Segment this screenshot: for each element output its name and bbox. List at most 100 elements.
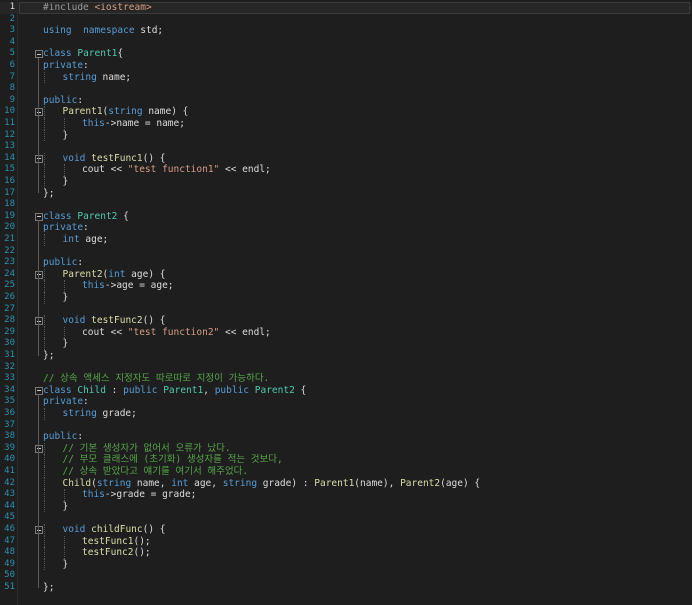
code-line-49[interactable]: 49}: [0, 558, 692, 571]
indent-guide: [44, 118, 45, 130]
code-line-44[interactable]: 44}: [0, 500, 692, 513]
code-token: (name),: [354, 477, 401, 489]
code-text: // 상속 액세스 지정자도 따로따로 지정이 가능하다.: [43, 373, 269, 385]
collapse-icon[interactable]: [35, 108, 43, 117]
line-number: 25: [4, 280, 15, 291]
code-text: class Child : public Parent1, public Par…: [43, 385, 306, 397]
code-line-31[interactable]: 31};: [0, 350, 692, 362]
code-line-9[interactable]: 9 public:: [0, 95, 692, 107]
code-line-18[interactable]: 18: [0, 199, 692, 211]
line-number: 13: [4, 141, 15, 152]
code-line-3[interactable]: 3 using namespace std;: [0, 25, 692, 37]
code-line-27[interactable]: 27: [0, 304, 692, 316]
code-line-5[interactable]: 5 class Parent1{: [0, 48, 692, 60]
code-line-12[interactable]: 12}: [0, 129, 692, 142]
code-text: }: [63, 338, 69, 350]
collapse-icon[interactable]: [35, 444, 43, 453]
collapse-icon[interactable]: [35, 50, 43, 59]
code-line-15[interactable]: 15 cout << "test function1" << endl;: [0, 164, 692, 176]
code-token: :: [83, 396, 89, 408]
code-line-8[interactable]: 8: [0, 83, 692, 95]
code-text: }: [63, 501, 69, 513]
line-number: 33: [4, 373, 15, 384]
code-token: public: [123, 384, 158, 396]
code-line-30[interactable]: 30}: [0, 338, 692, 350]
code-line-14[interactable]: 14 void testFunc1() {: [0, 152, 692, 165]
code-line-1[interactable]: 1 #include <iostream>: [0, 2, 692, 14]
code-line-4[interactable]: 4: [0, 37, 692, 49]
line-number: 14: [4, 152, 15, 163]
code-line-23[interactable]: 23 public:: [0, 257, 692, 269]
collapse-icon[interactable]: [35, 317, 43, 326]
code-token: ,: [203, 384, 215, 396]
code-line-39[interactable]: 39 // 기본 생성자가 없어서 오류가 났다.: [0, 442, 692, 455]
code-line-36[interactable]: 36 string grade;: [0, 408, 692, 420]
code-token: Parent2: [77, 210, 118, 222]
code-token: namespace: [83, 25, 135, 37]
line-number: 1: [9, 2, 15, 12]
code-line-51[interactable]: 51};: [0, 582, 692, 594]
code-text: private:: [43, 396, 89, 408]
code-line-11[interactable]: 11 this->name = name;: [0, 118, 692, 130]
indent-guide: [44, 280, 45, 292]
code-line-34[interactable]: 34 class Child : public Parent1, public P…: [0, 385, 692, 397]
code-line-7[interactable]: 7 string name;: [0, 71, 692, 84]
code-line-21[interactable]: 21 int age;: [0, 234, 692, 246]
code-token: void: [62, 524, 86, 535]
code-line-29[interactable]: 29 cout << "test function2" << endl;: [0, 326, 692, 339]
code-line-6[interactable]: 6 private:: [0, 60, 692, 72]
code-line-20[interactable]: 20 private:: [0, 222, 692, 234]
code-line-22[interactable]: 22: [0, 246, 692, 258]
code-line-50[interactable]: 50: [0, 570, 692, 582]
code-line-47[interactable]: 47 testFunc1();: [0, 535, 692, 548]
code-line-37[interactable]: 37: [0, 420, 692, 432]
code-editor[interactable]: 1 #include <iostream> 2 3 using namespace st…: [0, 0, 692, 605]
collapse-icon[interactable]: [35, 386, 43, 395]
code-token: };: [43, 350, 55, 361]
line-number: 15: [4, 164, 15, 175]
code-line-46[interactable]: 46 void childFunc() {: [0, 524, 692, 536]
code-token: Parent1: [163, 384, 204, 396]
code-line-42[interactable]: 42 Child(string name, int age, string gra…: [0, 477, 692, 490]
code-token: class: [43, 384, 72, 396]
code-line-2[interactable]: 2: [0, 14, 692, 26]
code-line-35[interactable]: 35 private:: [0, 396, 692, 408]
code-line-33[interactable]: 33 // 상속 액세스 지정자도 따로따로 지정이 가능하다.: [0, 373, 692, 385]
line-number: 36: [4, 408, 15, 418]
indent-guide: [44, 268, 45, 281]
code-line-26[interactable]: 26}: [0, 292, 692, 304]
code-line-10[interactable]: 10 Parent1(string name) {: [0, 106, 692, 118]
code-line-43[interactable]: 43 this->grade = grade;: [0, 489, 692, 501]
code-line-13[interactable]: 13: [0, 141, 692, 153]
code-line-28[interactable]: 28 void testFunc2() {: [0, 315, 692, 327]
code-line-19[interactable]: 19 class Parent2 {: [0, 211, 692, 223]
code-token: std;: [134, 25, 164, 37]
code-token: this: [82, 118, 105, 129]
code-text: Child(string name, int age, string grade…: [63, 478, 481, 490]
collapse-icon[interactable]: [35, 526, 43, 534]
code-line-17[interactable]: 17};: [0, 188, 692, 200]
indent-guide: [44, 500, 45, 513]
collapse-icon[interactable]: [35, 212, 43, 221]
code-text: public:: [43, 95, 83, 107]
line-number: 8: [9, 83, 15, 94]
code-line-41[interactable]: 41 // 상속 받았다고 얘기를 여기서 해주었다.: [0, 466, 692, 478]
indent-guide: [44, 558, 45, 571]
code-token: grade) :: [257, 477, 315, 489]
line-number: 28: [4, 315, 15, 326]
code-token: childFunc: [91, 524, 143, 535]
code-line-24[interactable]: 24 Parent2(int age) {: [0, 268, 692, 281]
code-line-38[interactable]: 38 public:: [0, 431, 692, 443]
code-line-40[interactable]: 40 // 부모 클래스에 (초기화) 생성자를 적는 것보다,: [0, 454, 692, 466]
code-line-16[interactable]: 16}: [0, 176, 692, 188]
collapse-icon[interactable]: [35, 270, 43, 279]
collapse-icon[interactable]: [35, 154, 43, 163]
code-line-32[interactable]: 32: [0, 362, 692, 374]
code-token: string: [96, 477, 132, 489]
indent-guide: [44, 547, 45, 559]
code-line-48[interactable]: 48 testFunc2();: [0, 547, 692, 559]
code-line-45[interactable]: 45: [0, 512, 692, 524]
indent-guide: [63, 164, 65, 176]
code-line-25[interactable]: 25 this->age = age;: [0, 280, 692, 292]
